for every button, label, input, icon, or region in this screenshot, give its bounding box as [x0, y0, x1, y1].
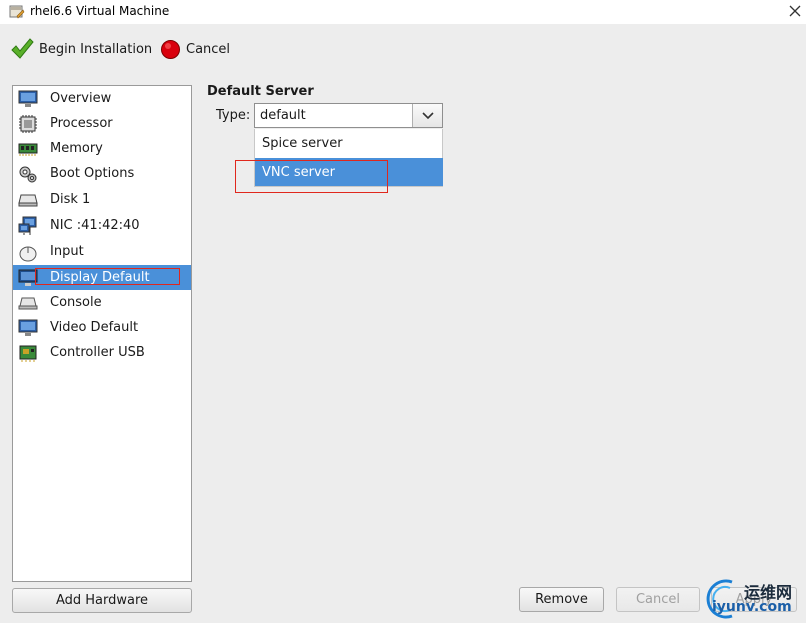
console-icon	[17, 293, 39, 313]
sidebar-item-input[interactable]: Input	[13, 239, 191, 264]
type-combobox[interactable]: default	[254, 103, 443, 128]
sidebar-item-nic[interactable]: NIC :41:42:40	[13, 213, 191, 238]
sidebar-item-label: Processor	[50, 116, 113, 131]
type-label: Type:	[216, 108, 251, 123]
watermark: 运维网 iyunv.com	[700, 576, 806, 623]
sidebar-item-label: Display Default	[50, 270, 150, 285]
dropdown-option-vnc[interactable]: VNC server	[255, 158, 443, 186]
type-combobox-value: default	[260, 108, 306, 123]
sidebar-item-label: Controller USB	[50, 345, 145, 360]
memory-icon	[17, 139, 39, 159]
chevron-down-icon[interactable]	[412, 104, 442, 127]
sidebar-item-label: Input	[50, 244, 84, 259]
begin-installation-button[interactable]: Begin Installation	[10, 36, 152, 62]
gears-icon	[17, 164, 39, 184]
sidebar-item-label: Video Default	[50, 320, 139, 335]
sidebar-item-label: Disk 1	[50, 192, 91, 207]
cpu-icon	[17, 114, 39, 134]
sidebar-item-display-default[interactable]: Display Default	[13, 265, 191, 290]
cancel-toolbar-button[interactable]: Cancel	[160, 36, 230, 62]
sidebar-item-memory[interactable]: Memory	[13, 136, 191, 161]
begin-installation-label: Begin Installation	[39, 41, 153, 57]
disk-icon	[17, 190, 39, 210]
monitor-icon	[17, 89, 39, 109]
video-icon	[17, 318, 39, 338]
sidebar-item-label: NIC :41:42:40	[50, 218, 140, 233]
sidebar-item-label: Console	[50, 295, 102, 310]
close-icon[interactable]	[786, 1, 804, 21]
watermark-en-text: iyunv.com	[712, 599, 792, 615]
add-hardware-button[interactable]: Add Hardware	[12, 588, 192, 613]
window-title: rhel6.6 Virtual Machine	[30, 4, 170, 18]
sidebar-item-overview[interactable]: Overview	[13, 86, 191, 111]
checkmark-icon	[11, 38, 34, 59]
mouse-icon	[17, 242, 39, 262]
sidebar-item-label: Boot Options	[50, 166, 135, 181]
sidebar-item-video-default[interactable]: Video Default	[13, 315, 191, 340]
sidebar-item-console[interactable]: Console	[13, 290, 191, 315]
remove-button[interactable]: Remove	[519, 587, 604, 612]
usb-controller-icon	[17, 343, 39, 363]
stop-icon	[161, 39, 180, 59]
virt-manager-app-icon	[9, 5, 25, 19]
cancel-toolbar-label: Cancel	[186, 41, 231, 57]
cancel-button[interactable]: Cancel	[616, 587, 700, 612]
display-icon	[17, 268, 39, 288]
network-icon	[17, 216, 39, 236]
dropdown-option-spice[interactable]: Spice server	[255, 129, 443, 157]
sidebar-item-processor[interactable]: Processor	[13, 111, 191, 136]
section-title: Default Server	[207, 84, 314, 99]
window-titlebar: rhel6.6 Virtual Machine	[0, 0, 806, 24]
sidebar-item-label: Overview	[50, 91, 112, 106]
sidebar-item-boot-options[interactable]: Boot Options	[13, 161, 191, 186]
sidebar-item-disk-1[interactable]: Disk 1	[13, 187, 191, 212]
type-dropdown-list: Spice server VNC server	[254, 129, 443, 187]
sidebar-item-label: Memory	[50, 141, 103, 156]
hardware-list: Overview Processor Memory Boot Options D…	[12, 85, 192, 582]
sidebar-item-controller-usb[interactable]: Controller USB	[13, 340, 191, 365]
